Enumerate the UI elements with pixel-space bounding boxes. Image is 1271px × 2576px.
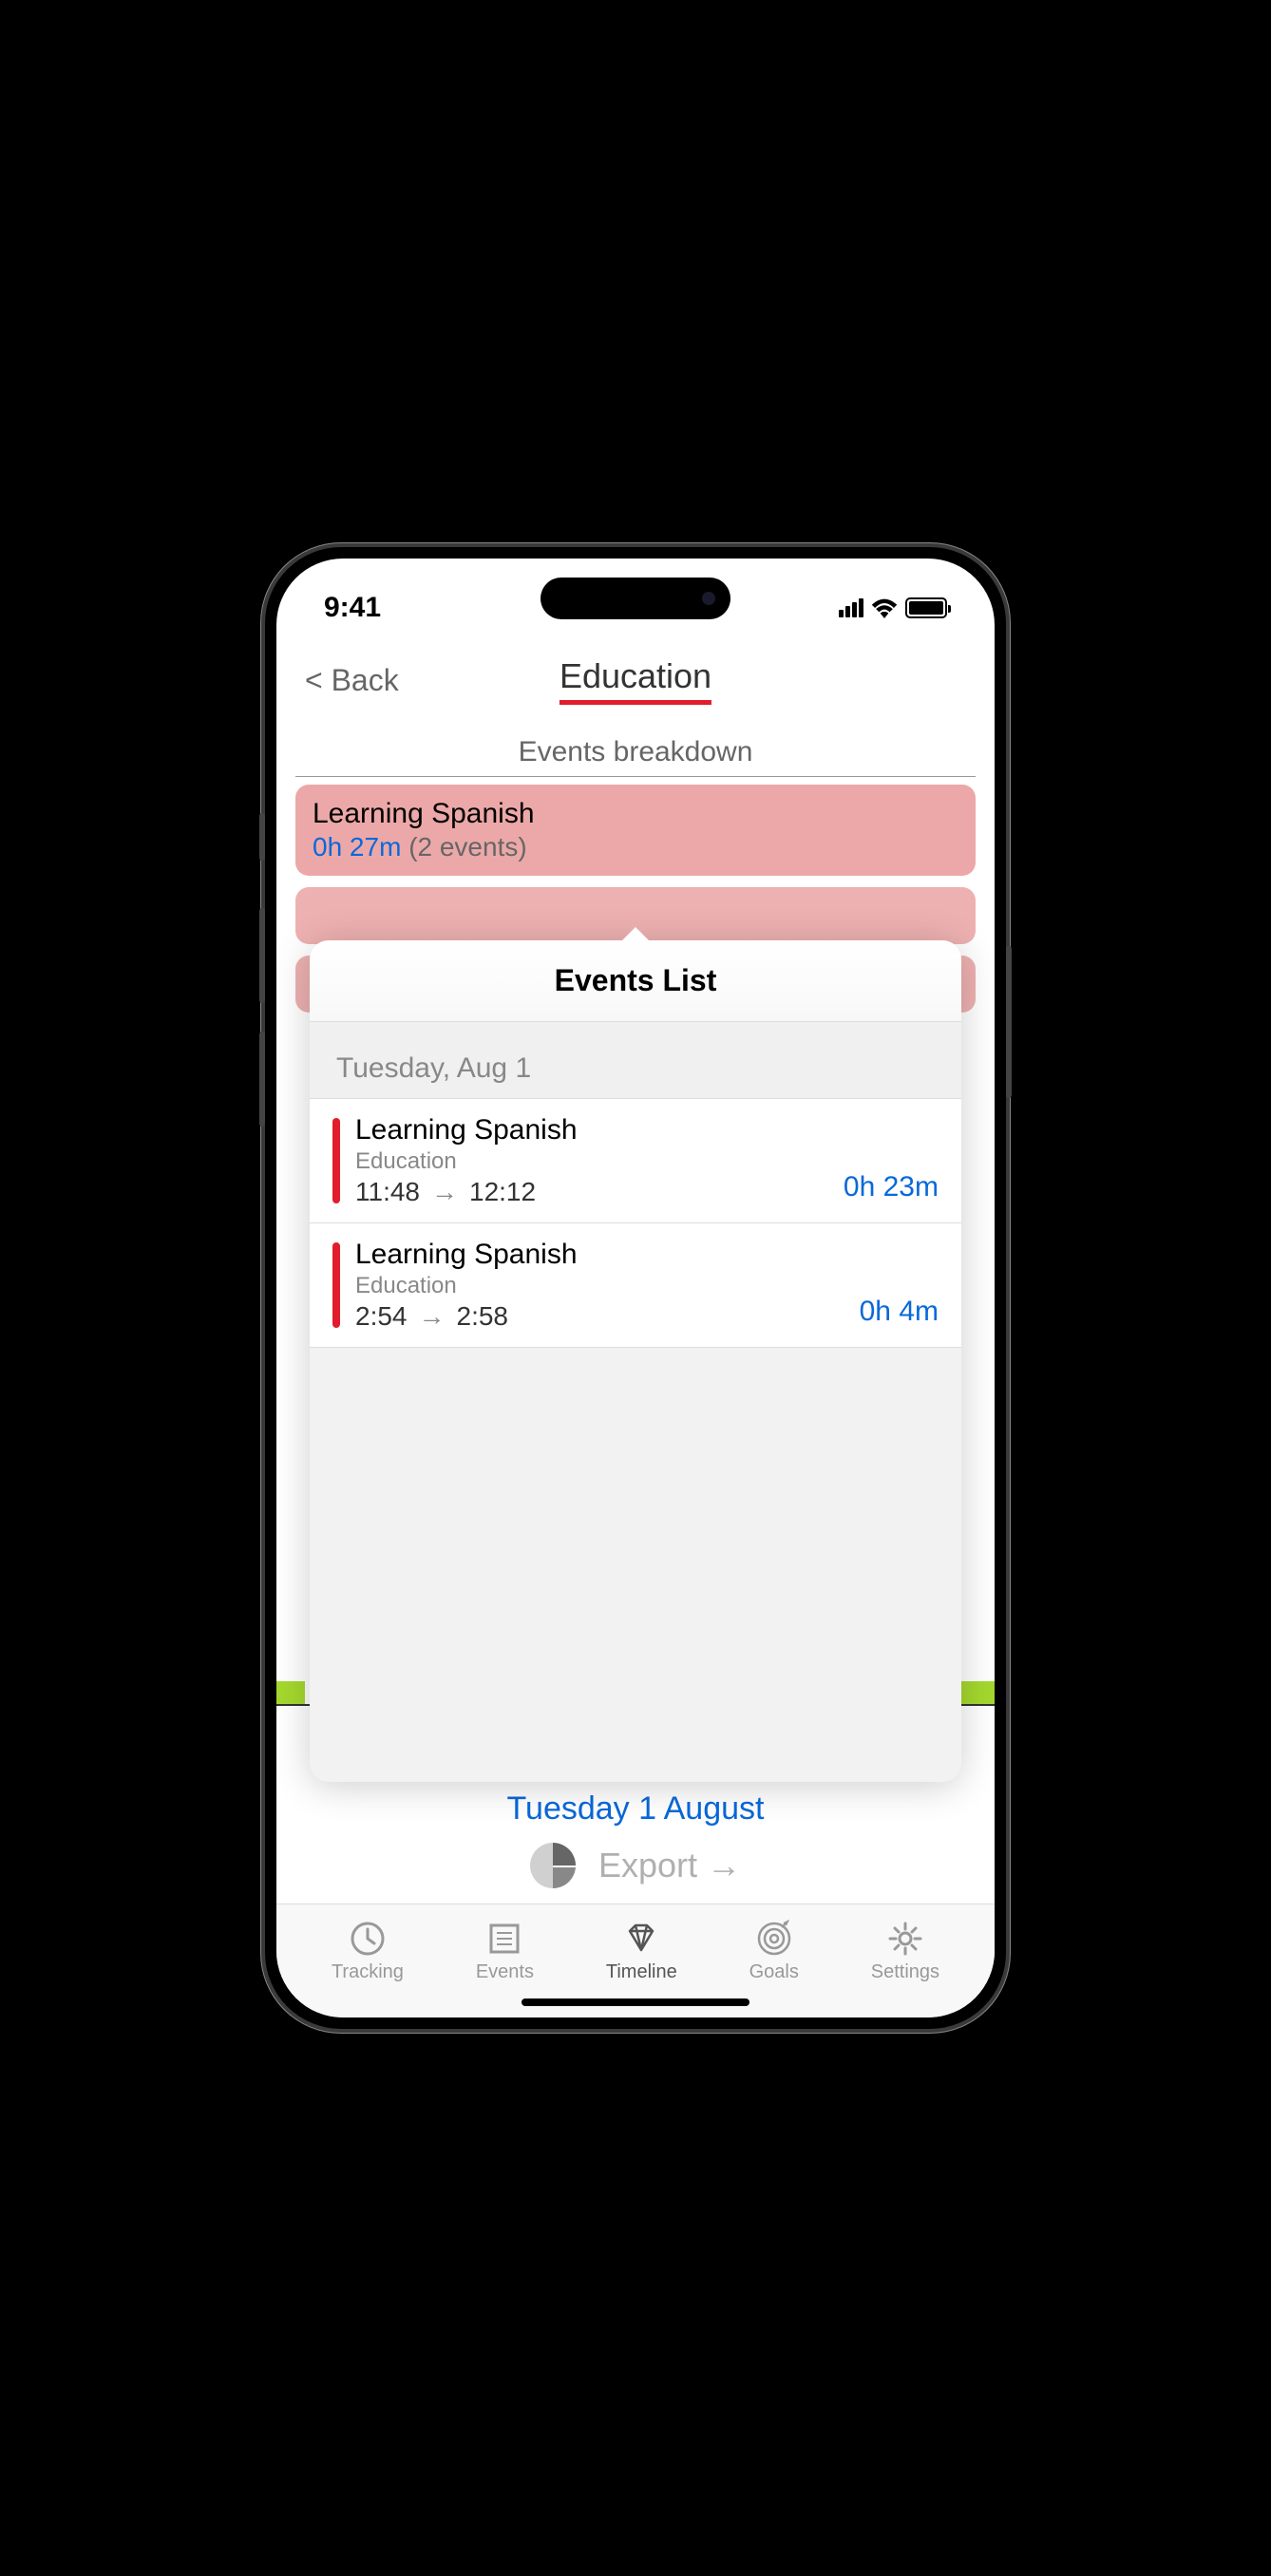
home-indicator[interactable] [522, 1998, 749, 2006]
popover-date-header: Tuesday, Aug 1 [310, 1022, 961, 1099]
breakdown-card-title: Learning Spanish [313, 798, 958, 830]
section-title: Events breakdown [295, 736, 976, 768]
tab-timeline[interactable]: Timeline [606, 1920, 677, 1983]
back-button[interactable]: < Back [305, 663, 399, 698]
popover-arrow [620, 927, 651, 942]
breakdown-card-duration: 0h 27m [313, 832, 401, 862]
gear-icon [886, 1920, 924, 1958]
tab-goals[interactable]: Goals [749, 1920, 799, 1983]
event-end-time: 2:58 [457, 1301, 509, 1332]
event-start-time: 11:48 [355, 1177, 420, 1207]
page-title: Education [560, 656, 711, 705]
signal-icon [839, 598, 863, 617]
pie-chart-icon[interactable] [530, 1843, 576, 1888]
event-category: Education [355, 1148, 828, 1175]
events-popover: Events List Tuesday, Aug 1 Learning Span… [310, 940, 961, 1782]
export-bar: Export → [276, 1828, 995, 1904]
tab-label: Goals [749, 1961, 799, 1983]
device-notch [541, 578, 730, 619]
event-list-item[interactable]: Learning Spanish Education 11:48 → 12:12… [310, 1099, 961, 1223]
tab-settings[interactable]: Settings [871, 1920, 939, 1983]
nav-header: < Back Education [276, 635, 995, 708]
tab-label: Settings [871, 1961, 939, 1983]
export-button[interactable]: Export → [598, 1846, 741, 1885]
tab-label: Tracking [332, 1961, 404, 1983]
status-icons [839, 597, 947, 618]
event-duration: 0h 4m [860, 1296, 939, 1332]
wifi-icon [871, 597, 898, 618]
clock-icon [349, 1920, 387, 1958]
section-divider [295, 776, 976, 777]
arrow-right-icon: → [431, 1177, 458, 1207]
timeline-date-label[interactable]: Tuesday 1 August [507, 1790, 765, 1828]
arrow-right-icon: → [419, 1301, 446, 1332]
event-duration: 0h 23m [844, 1171, 939, 1207]
breakdown-card[interactable]: Learning Spanish 0h 27m (2 events) [295, 785, 976, 876]
battery-icon [905, 597, 947, 618]
event-title: Learning Spanish [355, 1114, 828, 1146]
list-icon [485, 1920, 523, 1958]
event-list-item[interactable]: Learning Spanish Education 2:54 → 2:58 0… [310, 1223, 961, 1348]
timeline-block [276, 1681, 305, 1704]
tab-tracking[interactable]: Tracking [332, 1920, 404, 1983]
tab-events[interactable]: Events [476, 1920, 534, 1983]
diamond-icon [622, 1920, 660, 1958]
tab-label: Timeline [606, 1961, 677, 1983]
popover-title: Events List [310, 940, 961, 1022]
status-time: 9:41 [324, 592, 381, 624]
timeline-block [957, 1681, 995, 1704]
target-icon [755, 1920, 793, 1958]
event-start-time: 2:54 [355, 1301, 408, 1332]
event-end-time: 12:12 [469, 1177, 536, 1207]
event-color-bar [332, 1118, 340, 1203]
event-category: Education [355, 1273, 844, 1299]
event-title: Learning Spanish [355, 1239, 844, 1271]
event-time-range: 11:48 → 12:12 [355, 1177, 828, 1207]
event-time-range: 2:54 → 2:58 [355, 1301, 844, 1332]
breakdown-card-count: (2 events) [408, 832, 527, 862]
event-color-bar [332, 1242, 340, 1328]
tab-label: Events [476, 1961, 534, 1983]
